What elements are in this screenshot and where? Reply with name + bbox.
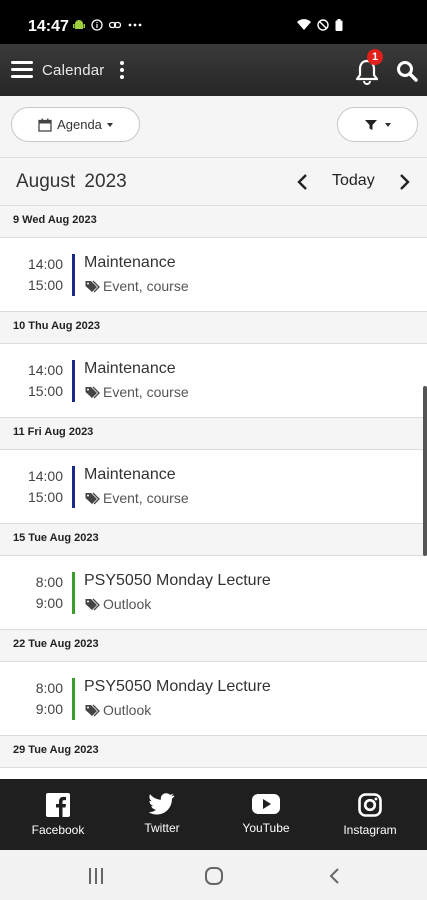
instagram-icon xyxy=(358,793,382,817)
day-header: 15 Tue Aug 2023 xyxy=(0,524,427,556)
info-icon xyxy=(91,19,103,31)
wifi-icon xyxy=(297,19,311,30)
event-row[interactable]: 14:00 15:00 Maintenance Event, course xyxy=(0,344,427,418)
event-title: Maintenance xyxy=(84,466,176,483)
social-label: Twitter xyxy=(144,821,180,835)
status-bar: 14:47 xyxy=(0,0,427,44)
search-icon[interactable] xyxy=(396,60,418,82)
day-header: 22 Tue Aug 2023 xyxy=(0,630,427,662)
event-start-time: 14:00 xyxy=(27,256,63,272)
event-title: Maintenance xyxy=(84,360,176,377)
event-color-bar xyxy=(72,678,75,720)
next-month-chevron-icon[interactable] xyxy=(396,172,412,192)
chevron-down-icon xyxy=(106,122,113,127)
event-category: Outlook xyxy=(103,596,152,612)
view-toolbar: Agenda xyxy=(0,96,427,158)
calendar-icon xyxy=(38,118,52,132)
view-selector-label: Agenda xyxy=(57,117,102,132)
day-header: 10 Thu Aug 2023 xyxy=(0,312,427,344)
month-navigation: August 2023 Today xyxy=(0,158,427,206)
more-dots-icon xyxy=(128,23,142,27)
previous-month-chevron-icon[interactable] xyxy=(295,172,311,192)
system-navigation-bar xyxy=(0,850,427,900)
event-category: Event, course xyxy=(103,384,189,400)
event-end-time: 9:00 xyxy=(35,701,63,717)
event-end-time: 15:00 xyxy=(27,489,63,505)
menu-icon[interactable] xyxy=(11,60,33,80)
event-color-bar xyxy=(72,572,75,614)
tag-icon xyxy=(85,704,100,717)
filter-icon xyxy=(364,119,377,130)
scrollbar[interactable] xyxy=(423,386,427,556)
view-selector-button[interactable]: Agenda xyxy=(11,107,140,142)
status-icons-left xyxy=(73,19,143,31)
event-color-bar xyxy=(72,360,75,402)
event-category: Outlook xyxy=(103,702,152,718)
app-title: Calendar xyxy=(42,62,105,79)
status-time: 14:47 xyxy=(28,18,69,35)
event-end-time: 15:00 xyxy=(27,277,63,293)
tag-icon xyxy=(85,492,100,505)
event-start-time: 8:00 xyxy=(35,680,63,696)
event-row[interactable]: 8:00 9:00 PSY5050 Monday Lecture Outlook xyxy=(0,662,427,736)
event-start-time: 8:00 xyxy=(35,574,63,590)
agenda-list: 9 Wed Aug 2023 14:00 15:00 Maintenance Event… xyxy=(0,206,427,779)
tag-icon xyxy=(85,598,100,611)
event-title: PSY5050 Monday Lecture xyxy=(84,572,271,589)
social-label: Instagram xyxy=(343,823,397,837)
youtube-icon xyxy=(252,794,280,814)
twitter-link[interactable]: Twitter xyxy=(122,793,202,835)
event-row[interactable]: 8:00 9:00 PSY5050 Monday Lecture Outlook xyxy=(0,556,427,630)
status-icons-right xyxy=(297,19,343,31)
event-category: Event, course xyxy=(103,490,189,506)
youtube-link[interactable]: YouTube xyxy=(226,793,306,835)
social-links-bar: Facebook Twitter YouTube Instagram xyxy=(0,779,427,850)
facebook-link[interactable]: Facebook xyxy=(18,793,98,837)
social-label: Facebook xyxy=(31,823,85,837)
social-label: YouTube xyxy=(242,821,290,835)
chevron-down-icon xyxy=(384,122,391,127)
home-icon[interactable] xyxy=(204,867,224,885)
event-title: PSY5050 Monday Lecture xyxy=(84,678,271,695)
event-start-time: 14:00 xyxy=(27,362,63,378)
more-options-icon[interactable] xyxy=(114,58,130,82)
event-title: Maintenance xyxy=(84,254,176,271)
day-header: 11 Fri Aug 2023 xyxy=(0,418,427,450)
day-header: 29 Tue Aug 2023 xyxy=(0,736,427,768)
event-end-time: 15:00 xyxy=(27,383,63,399)
instagram-link[interactable]: Instagram xyxy=(330,793,410,837)
recent-apps-icon[interactable] xyxy=(86,867,106,885)
android-icon xyxy=(73,20,85,29)
event-start-time: 14:00 xyxy=(27,468,63,484)
tag-icon xyxy=(85,280,100,293)
battery-icon xyxy=(335,19,343,31)
event-end-time: 9:00 xyxy=(35,595,63,611)
event-row[interactable]: 14:00 15:00 Maintenance Event, course xyxy=(0,450,427,524)
filter-button[interactable] xyxy=(337,107,418,142)
tag-icon xyxy=(85,386,100,399)
link-icon xyxy=(109,21,121,29)
day-header: 9 Wed Aug 2023 xyxy=(0,206,427,238)
notification-badge: 1 xyxy=(367,49,383,65)
facebook-icon xyxy=(46,793,70,817)
back-icon[interactable] xyxy=(325,867,345,885)
event-color-bar xyxy=(72,254,75,296)
event-color-bar xyxy=(72,466,75,508)
month-title: August 2023 xyxy=(16,171,127,192)
event-category: Event, course xyxy=(103,278,189,294)
twitter-icon xyxy=(149,793,175,815)
do-not-disturb-icon xyxy=(317,19,329,31)
today-button[interactable]: Today xyxy=(332,172,375,190)
event-row[interactable]: 14:00 15:00 Maintenance Event, course xyxy=(0,238,427,312)
